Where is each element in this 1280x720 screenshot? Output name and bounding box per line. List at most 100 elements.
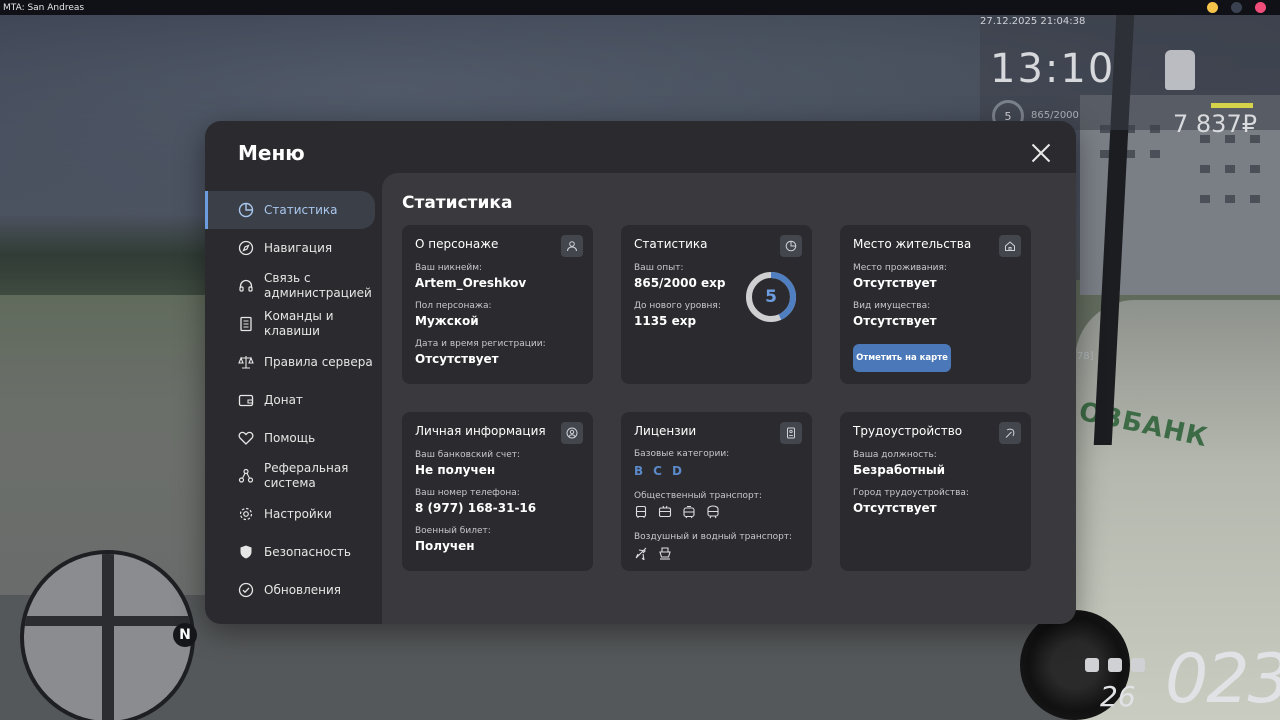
card-title: О персонаже xyxy=(415,237,499,251)
shield-icon xyxy=(238,544,254,560)
registration-label: Дата и время регистрации: xyxy=(415,339,546,349)
card-title: Статистика xyxy=(634,237,708,251)
pie-chart-icon xyxy=(780,235,802,257)
sidebar-item-referral[interactable]: Реферальная система xyxy=(205,457,382,495)
sidebar-item-label: Помощь xyxy=(264,430,316,445)
window-titlebar: MTA: San Andreas xyxy=(0,0,1280,15)
basic-categories: B C D xyxy=(634,464,682,478)
seatbelt-icon xyxy=(1108,658,1122,672)
document-icon xyxy=(238,316,254,332)
bus-icon xyxy=(634,504,648,518)
window-controls xyxy=(1207,2,1266,13)
trolleybus-icon xyxy=(658,504,672,518)
sidebar-item-settings[interactable]: Настройки xyxy=(205,495,382,533)
sidebar-item-security[interactable]: Безопасность xyxy=(205,533,382,571)
maximize-button[interactable] xyxy=(1231,2,1242,13)
sidebar-item-updates[interactable]: Обновления xyxy=(205,571,382,609)
sidebar-item-commands[interactable]: Команды и клавиши xyxy=(205,305,382,343)
sidebar-item-label: Навигация xyxy=(264,240,333,255)
page-title: Статистика xyxy=(402,193,513,213)
sidebar-item-label: Настройки xyxy=(264,506,332,521)
engine-icon xyxy=(1131,658,1145,672)
public-transport-icons xyxy=(634,504,720,519)
category-b: B xyxy=(634,464,644,478)
category-d: D xyxy=(671,464,682,478)
player-nametag: [78] xyxy=(1073,351,1094,362)
property-type-label: Вид имущества: xyxy=(853,301,931,311)
card-residence: Место жительства Место проживания: Отсут… xyxy=(840,225,1031,384)
exp-label: Ваш опыт: xyxy=(634,263,684,273)
next-level-label: До нового уровня: xyxy=(634,301,721,311)
category-c: C xyxy=(653,464,662,478)
user-icon xyxy=(561,235,583,257)
close-window-button[interactable] xyxy=(1255,2,1266,13)
hud-money: 7 837₽ xyxy=(1173,110,1257,138)
job-city-label: Город трудоустройства: xyxy=(853,488,969,498)
menu-sidebar: Статистика Навигация Связь с администрац… xyxy=(205,191,382,609)
card-employment: Трудоустройство Ваша должность: Безработ… xyxy=(840,412,1031,571)
card-licenses: Лицензии Базовые категории: B C D Общест… xyxy=(621,412,812,571)
public-transport-label: Общественный транспорт: xyxy=(634,491,762,501)
sidebar-item-label: Безопасность xyxy=(264,544,351,559)
sidebar-item-label: Команды и клавиши xyxy=(264,309,334,338)
card-stats: Статистика Ваш опыт: 865/2000 exp До нов… xyxy=(621,225,812,384)
minimap xyxy=(20,550,195,720)
hud-exp: 865/2000 xyxy=(1031,110,1079,121)
check-circle-icon xyxy=(238,582,254,598)
hud-health-bar xyxy=(1211,103,1253,108)
sidebar-item-label: Статистика xyxy=(264,202,338,217)
card-character: О персонаже Ваш никнейм: Artem_Oreshkov … xyxy=(402,225,593,384)
wallet-icon xyxy=(238,392,254,408)
sidebar-item-label: Правила сервера xyxy=(264,354,373,369)
property-type-value: Отсутствует xyxy=(853,314,937,328)
tram-icon xyxy=(682,504,696,519)
hud-clock: 13:10 xyxy=(990,46,1116,92)
close-icon[interactable] xyxy=(1029,141,1053,165)
compass-icon xyxy=(238,240,254,256)
pickaxe-icon xyxy=(999,422,1021,444)
id-card-icon xyxy=(780,422,802,444)
network-icon xyxy=(238,468,254,484)
sidebar-item-rules[interactable]: Правила сервера xyxy=(205,343,382,381)
military-id-label: Военный билет: xyxy=(415,526,491,536)
headset-icon xyxy=(238,278,254,294)
hud-fuel: 26 xyxy=(1100,680,1136,713)
air-water-transport-icons xyxy=(634,545,672,562)
card-personal-info: Личная информация Ваш банковский счет: Н… xyxy=(402,412,593,571)
headlight-icon xyxy=(1085,658,1099,672)
military-id-value: Получен xyxy=(415,539,475,553)
card-title: Место жительства xyxy=(853,237,972,251)
job-position-value: Безработный xyxy=(853,463,946,477)
mark-on-map-button[interactable]: Отметить на карте xyxy=(853,344,951,372)
window-title: MTA: San Andreas xyxy=(3,2,85,13)
level-ring: 5 xyxy=(744,270,798,324)
hud-datetime: 27.12.2025 21:04:38 xyxy=(980,16,1086,27)
level-value: 5 xyxy=(765,287,777,307)
sidebar-item-support[interactable]: Связь с администрацией xyxy=(205,267,382,305)
card-title: Лицензии xyxy=(634,424,697,438)
menu-window: Меню Статистика Навигация Связь с админи… xyxy=(205,121,1076,624)
sidebar-item-navigation[interactable]: Навигация xyxy=(205,229,382,267)
sidebar-item-label: Обновления xyxy=(264,582,342,597)
sidebar-item-help[interactable]: Помощь xyxy=(205,419,382,457)
sidebar-item-label: Донат xyxy=(264,392,303,407)
card-title: Трудоустройство xyxy=(853,424,963,438)
sidebar-item-label: Связь с администрацией xyxy=(264,271,372,300)
pie-chart-icon xyxy=(238,202,254,218)
registration-value: Отсутствует xyxy=(415,352,499,366)
minimize-button[interactable] xyxy=(1207,2,1218,13)
residence-place-label: Место проживания: xyxy=(853,263,947,273)
handshake-heart-icon xyxy=(238,430,254,446)
sidebar-item-statistics[interactable]: Статистика xyxy=(205,191,375,229)
minimap-north: N xyxy=(173,623,197,647)
sidebar-item-label: Реферальная система xyxy=(264,461,349,490)
sidebar-item-donate[interactable]: Донат xyxy=(205,381,382,419)
job-city-value: Отсутствует xyxy=(853,501,937,515)
air-water-transport-label: Воздушный и водный транспорт: xyxy=(634,532,793,542)
basic-categories-label: Базовые категории: xyxy=(634,449,730,459)
phone-value: 8 (977) 168-31-16 xyxy=(415,501,537,515)
content-panel: Статистика О персонаже Ваш никнейм: Arte… xyxy=(382,173,1076,624)
fist-icon xyxy=(1165,50,1195,90)
phone-label: Ваш номер телефона: xyxy=(415,488,520,498)
gender-value: Мужской xyxy=(415,314,479,328)
